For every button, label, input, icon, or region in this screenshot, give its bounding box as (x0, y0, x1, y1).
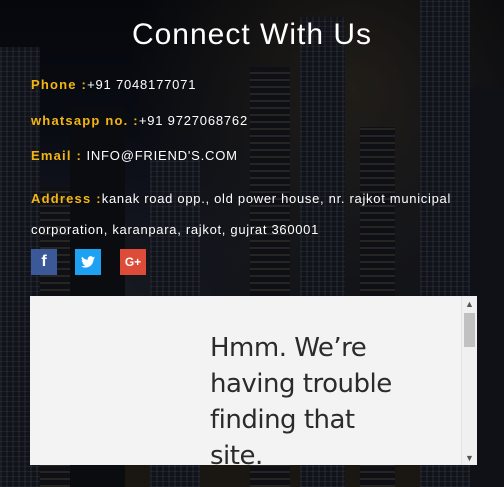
whatsapp-value: +91 9727068762 (138, 113, 248, 128)
frame-scrollbar[interactable]: ▲ ▼ (461, 296, 477, 465)
page-title: Connect With Us (131, 18, 373, 51)
googleplus-button[interactable]: G+ (120, 249, 146, 275)
googleplus-icon: G+ (124, 255, 142, 269)
phone-label: Phone : (31, 77, 88, 92)
email-label: Email : (31, 148, 83, 163)
embedded-map-frame[interactable]: Hmm. We’re having trouble finding that s… (30, 296, 477, 465)
twitter-button[interactable] (75, 249, 101, 275)
facebook-icon: f (41, 253, 47, 270)
address-label: Address : (31, 191, 102, 206)
scroll-up-arrow-icon[interactable]: ▲ (462, 296, 477, 311)
facebook-button[interactable]: f (31, 249, 57, 275)
whatsapp-line: whatsapp no. :+91 9727068762 (31, 113, 248, 128)
scroll-down-arrow-icon[interactable]: ▼ (462, 450, 477, 465)
phone-line: Phone :+91 7048177071 (31, 77, 196, 92)
email-line: Email : INFO@FRIEND'S.COM (31, 148, 238, 163)
frame-error-message: Hmm. We’re having trouble finding that s… (210, 333, 392, 465)
whatsapp-label: whatsapp no. : (31, 113, 139, 128)
address-block: Address :kanak road opp., old power hous… (31, 183, 476, 245)
contact-section: Connect With Us Phone :+91 7048177071 wh… (0, 0, 504, 487)
phone-value: +91 7048177071 (87, 77, 197, 92)
scroll-thumb[interactable] (464, 313, 475, 347)
email-value: INFO@FRIEND'S.COM (82, 148, 238, 163)
twitter-icon (81, 256, 95, 268)
